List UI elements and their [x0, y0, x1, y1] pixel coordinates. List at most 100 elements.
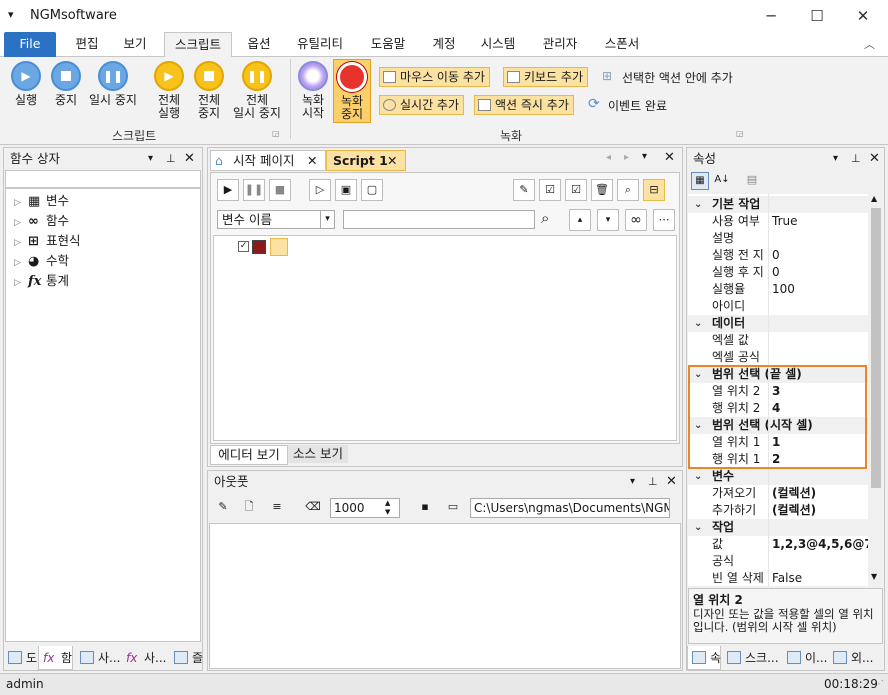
maximize-button[interactable]: ☐ [794, 0, 840, 32]
range-node-icon[interactable] [270, 238, 288, 256]
step-icon[interactable]: ▷ [309, 179, 331, 201]
infinity-icon[interactable]: ∞ [625, 209, 647, 231]
tab-file[interactable]: File [4, 32, 56, 57]
scrollbar-thumb[interactable] [871, 208, 881, 488]
dropdown-icon[interactable]: ▾ [148, 148, 153, 170]
resize-grip-icon[interactable]: ⋰ [874, 674, 884, 695]
prop-delete-empty-col[interactable]: 빈 열 삭제 False [688, 570, 868, 586]
tab-editor-view[interactable]: 에디터 보기 [210, 445, 288, 465]
tab-utility[interactable]: 유틸리티 [288, 32, 352, 57]
tab-options[interactable]: 옵션 [238, 32, 280, 57]
pause-button[interactable]: ❚❚ 일시 중지 [86, 61, 140, 107]
list-icon[interactable]: ≡ [266, 497, 288, 519]
close-tab-icon[interactable]: ✕ [307, 151, 317, 170]
clean-icon[interactable]: ✎ [212, 497, 234, 519]
categorized-icon[interactable]: ▦ [691, 172, 709, 190]
tab-help[interactable]: 도움말 [362, 32, 414, 57]
variable-search-input[interactable] [343, 210, 535, 229]
bottom-tab[interactable]: 도 [4, 646, 37, 670]
tree-item-variable[interactable]: ▷ ▦ 변수 [14, 191, 69, 211]
action-node-icon[interactable] [252, 240, 266, 254]
bottom-tab-properties[interactable]: 속 [687, 646, 721, 670]
dropdown-icon[interactable]: ▾ [642, 151, 647, 162]
pin-icon[interactable]: ⊥ [648, 471, 658, 493]
prop-excel-formula[interactable]: 엑셀 공식 [688, 349, 868, 366]
move-down-icon[interactable]: ▾ [597, 209, 619, 231]
close-icon[interactable]: ✕ [869, 148, 880, 170]
bottom-tab[interactable]: 즐 [170, 646, 203, 670]
menu-icon[interactable]: ▾ [8, 8, 14, 21]
tree-view-icon[interactable]: ⊟ [643, 179, 665, 201]
tab-system[interactable]: 시스템 [472, 32, 524, 57]
prop-delay-after[interactable]: 실행 후 지0 [688, 264, 868, 281]
category-action[interactable]: ⌄ 작업 [688, 519, 868, 536]
tree-item-statistics[interactable]: ▷ fx 통계 [14, 271, 69, 291]
tree-item-math[interactable]: ▷ ◕ 수학 [14, 251, 69, 271]
category-basic[interactable]: ⌄ 기본 작업 [688, 196, 868, 213]
property-pages-icon[interactable]: ▤ [743, 172, 761, 190]
new-log-icon[interactable]: 🗋 [238, 497, 260, 519]
add-action-now-button[interactable]: 액션 즉시 추가 [474, 95, 574, 115]
scroll-down-icon[interactable]: ▼ [871, 572, 877, 581]
add-mouse-move-button[interactable]: 마우스 이동 추가 [379, 67, 490, 87]
more-icon[interactable]: ⋯ [653, 209, 675, 231]
category-variable[interactable]: ⌄ 변수 [688, 468, 868, 485]
log-limit-spinner[interactable]: 1000 ▲ ▼ [330, 498, 400, 518]
prop-use[interactable]: 사용 여부 True [688, 213, 868, 230]
prop-get[interactable]: 가져오기 (컬렉션) [688, 485, 868, 502]
run-all-button[interactable]: ▶ 전체 실행 [150, 61, 188, 120]
run-button[interactable]: ▶ 실행 [8, 61, 44, 107]
prop-value[interactable]: 값 1,2,3@4,5,6@7 [688, 536, 868, 553]
close-button[interactable]: ✕ [840, 0, 886, 32]
edit-icon[interactable]: ✎ [513, 179, 535, 201]
prop-id[interactable]: 아이디 [688, 298, 868, 315]
pause-all-button[interactable]: ❚❚ 전체 일시 중지 [230, 61, 284, 120]
sort-az-icon[interactable]: A↓ [713, 172, 731, 190]
search-icon[interactable]: ⌕ [541, 209, 549, 227]
tab-script1[interactable]: Script 1 ✕ [326, 150, 406, 171]
move-up-icon[interactable]: ▴ [569, 209, 591, 231]
stop-button[interactable]: 중지 [48, 61, 84, 107]
minimize-button[interactable]: ─ [748, 0, 794, 32]
chevron-down-icon[interactable]: ▾ [320, 211, 334, 228]
dialog-launcher-icon[interactable]: ◲ [272, 129, 280, 138]
bottom-tab-external[interactable]: 외... [829, 646, 873, 670]
prop-add[interactable]: 추가하기 (컬렉션) [688, 502, 868, 519]
step-over-icon[interactable]: ▢ [361, 179, 383, 201]
scroll-up-icon[interactable]: ▲ [871, 194, 877, 203]
bottom-tab[interactable]: 사... [76, 646, 120, 670]
checkbox[interactable]: ✓ [238, 241, 249, 252]
log-path-field[interactable]: C:\Users\ngmas\Documents\NGM6\ [470, 498, 670, 518]
event-complete-button[interactable]: ⟳ 이벤트 완료 [588, 96, 667, 114]
tab-start-page[interactable]: ⌂ 시작 페이지 ✕ [210, 150, 326, 171]
pin-icon[interactable]: ⊥ [851, 148, 861, 170]
close-icon[interactable]: ✕ [184, 148, 195, 170]
stop-icon[interactable]: ■ [269, 179, 291, 201]
scroll-left-icon[interactable]: ◂ [606, 152, 611, 163]
record-stop-button[interactable]: 녹화 중지 [333, 59, 371, 123]
prop-delay-before[interactable]: 실행 전 지0 [688, 247, 868, 264]
dialog-launcher-icon[interactable]: ◲ [736, 129, 744, 138]
pin-icon[interactable]: ⊥ [166, 148, 176, 170]
scroll-right-icon[interactable]: ▸ [624, 152, 629, 163]
step-into-icon[interactable]: ▣ [335, 179, 357, 201]
delete-icon[interactable]: 🗑 [591, 179, 613, 201]
tab-script[interactable]: 스크립트 [164, 32, 232, 58]
close-icon[interactable]: ✕ [664, 150, 675, 165]
close-icon[interactable]: ✕ [666, 471, 677, 493]
tree-item-expression[interactable]: ▷ ⊞ 표현식 [14, 231, 81, 251]
category-data[interactable]: ⌄ 데이터 [688, 315, 868, 332]
check-icon[interactable]: ☑ [565, 179, 587, 201]
bottom-tab-function[interactable]: fx 함 [38, 646, 74, 670]
add-keyboard-button[interactable]: 키보드 추가 [503, 67, 589, 87]
eraser-icon[interactable]: ⌫ [302, 497, 324, 519]
prop-description[interactable]: 설명 [688, 230, 868, 247]
prop-exec-rate[interactable]: 실행율 100 [688, 281, 868, 298]
collapse-ribbon-icon[interactable]: ︿ [864, 36, 875, 52]
tab-admin[interactable]: 관리자 [534, 32, 586, 57]
check-all-icon[interactable]: ☑ [539, 179, 561, 201]
tab-account[interactable]: 계정 [424, 32, 464, 57]
function-search-input[interactable] [5, 170, 201, 188]
prop-excel-value[interactable]: 엑셀 값 [688, 332, 868, 349]
record-start-button[interactable]: 녹화 시작 [296, 61, 330, 120]
